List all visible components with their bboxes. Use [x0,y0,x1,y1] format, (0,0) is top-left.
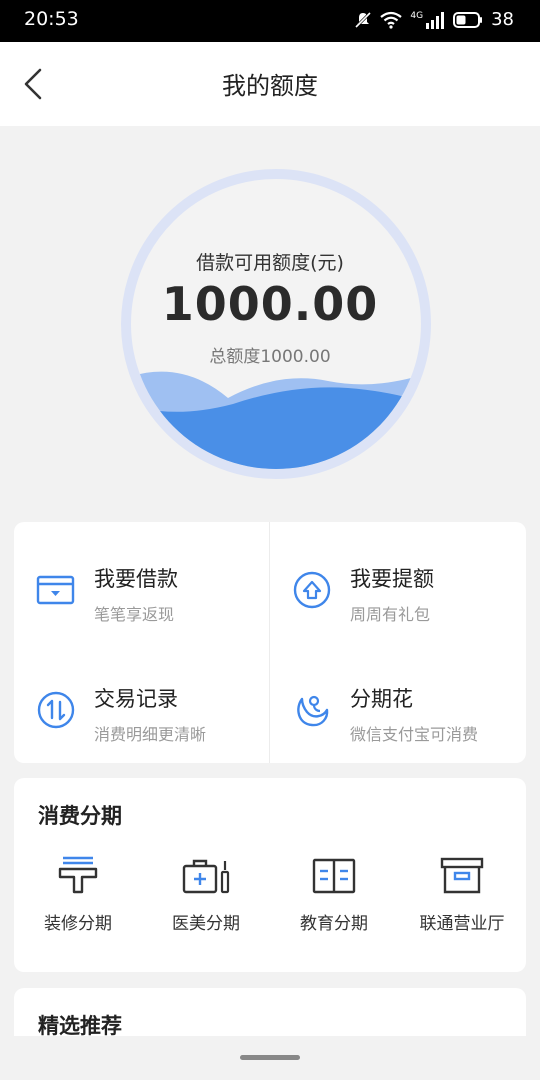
box-icon [440,857,484,894]
moon-icon [297,695,329,727]
medical-kit-icon [182,859,230,894]
home-indicator[interactable] [240,1055,300,1060]
page-title: 我的额度 [222,72,318,100]
renovation-installment[interactable]: 装修分期 [14,852,142,942]
battery-icon [453,11,483,28]
medical-beauty-installment-label: 医美分期 [172,914,240,934]
actions-card: 我要借款 笔笔享返现 我要提额 周周有礼包 交易记录 消费明细更清晰 分期花 微… [14,522,526,763]
wifi-icon [380,11,403,29]
installment-section-title: 消费分期 [38,804,122,828]
gesture-bar [0,1036,540,1080]
card-icon [36,575,75,605]
installment-flower-action[interactable]: 分期花 微信支付宝可消费 [270,650,520,760]
status-icons: 4G 38 [354,9,514,30]
installment-card: 消费分期 装修分期 医美分期 教育分期 联通营业厅 [14,778,526,972]
transactions-subtitle: 消费明细更清晰 [94,725,207,744]
installment-flower-title: 分期花 [350,687,413,711]
borrow-action[interactable]: 我要借款 笔笔享返现 [14,530,264,640]
upgrade-icon [293,571,331,609]
mute-icon [355,11,372,28]
quota-total: 总额度1000.00 [209,347,331,367]
nav-bar: 我的额度 [0,42,540,126]
status-time: 20:53 [24,8,79,30]
paint-roller-icon [58,856,98,894]
renovation-installment-label: 装修分期 [44,914,112,934]
exchange-icon [37,691,75,729]
network-type: 4G [410,10,424,21]
medical-beauty-installment[interactable]: 医美分期 [142,852,270,942]
battery-level: 38 [491,9,514,30]
borrow-subtitle: 笔笔享返现 [94,605,175,624]
status-bar: 20:53 4G 38 [0,0,540,42]
raise-quota-action[interactable]: 我要提额 周周有礼包 [270,530,520,640]
quota-value: 1000.00 [161,277,379,331]
education-installment-label: 教育分期 [300,914,368,934]
book-icon [312,858,356,894]
borrow-title: 我要借款 [94,567,178,591]
transactions-title: 交易记录 [94,687,178,711]
unicom-hall-label: 联通营业厅 [419,914,505,934]
installment-flower-subtitle: 微信支付宝可消费 [350,725,479,744]
education-installment[interactable]: 教育分期 [270,852,398,942]
signal-icon [426,11,445,29]
quota-label: 借款可用额度(元) [196,252,344,274]
raise-quota-subtitle: 周周有礼包 [350,605,431,624]
raise-quota-title: 我要提额 [350,567,434,591]
transactions-action[interactable]: 交易记录 消费明细更清晰 [14,650,264,760]
unicom-hall[interactable]: 联通营业厅 [398,852,526,942]
